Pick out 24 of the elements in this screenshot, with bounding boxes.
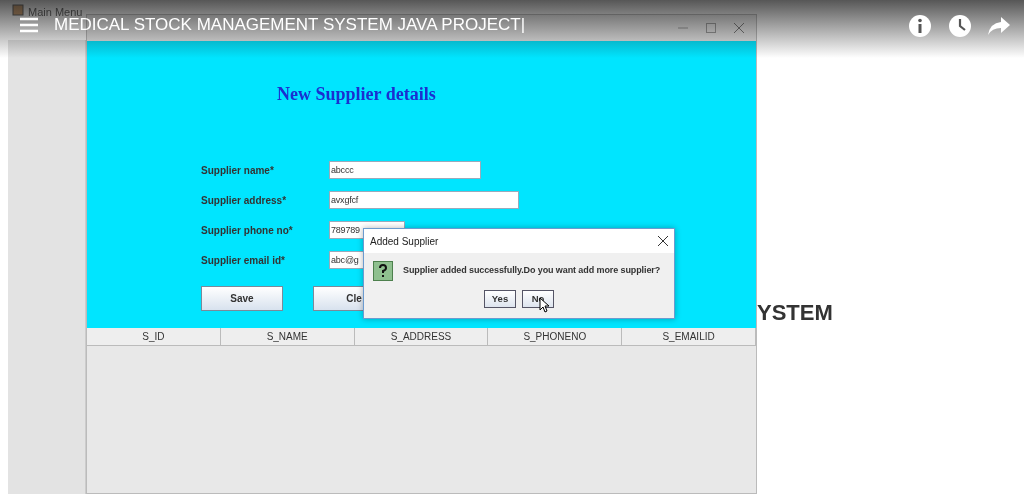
heading: YSTEM	[757, 299, 833, 327]
input-field[interactable]: avxgfcf	[329, 191, 519, 209]
column-header[interactable]: S_EMAILID	[622, 328, 756, 345]
dialog-button[interactable]: Yes	[484, 290, 516, 308]
info-icon[interactable]	[908, 14, 932, 38]
close-icon[interactable]	[658, 236, 668, 246]
field-label: Supplier name*	[201, 163, 275, 178]
column-header[interactable]: S_ID	[87, 328, 221, 345]
app-icon	[12, 4, 24, 16]
question-icon	[373, 261, 393, 281]
form-title: New Supplier details	[277, 83, 436, 106]
column-header[interactable]: S_NAME	[220, 328, 355, 345]
share-icon[interactable]	[988, 16, 1010, 36]
column-header[interactable]: S_ADDRESS	[354, 328, 489, 345]
form-button[interactable]: Save	[201, 286, 283, 311]
clock-icon[interactable]	[948, 14, 972, 38]
field-label: Supplier address*	[201, 193, 288, 208]
window-title: Main Menu	[28, 5, 83, 18]
dialog-message: Supplier added successfully.Do you want add more supplier?	[403, 264, 661, 278]
input-field[interactable]: abccc	[329, 161, 481, 179]
dialog-title: Added Supplier	[370, 234, 439, 249]
field-label: Supplier phone no*	[201, 223, 294, 238]
column-header[interactable]: S_PHONENO	[488, 328, 623, 345]
field-label: Supplier email id*	[201, 253, 286, 268]
